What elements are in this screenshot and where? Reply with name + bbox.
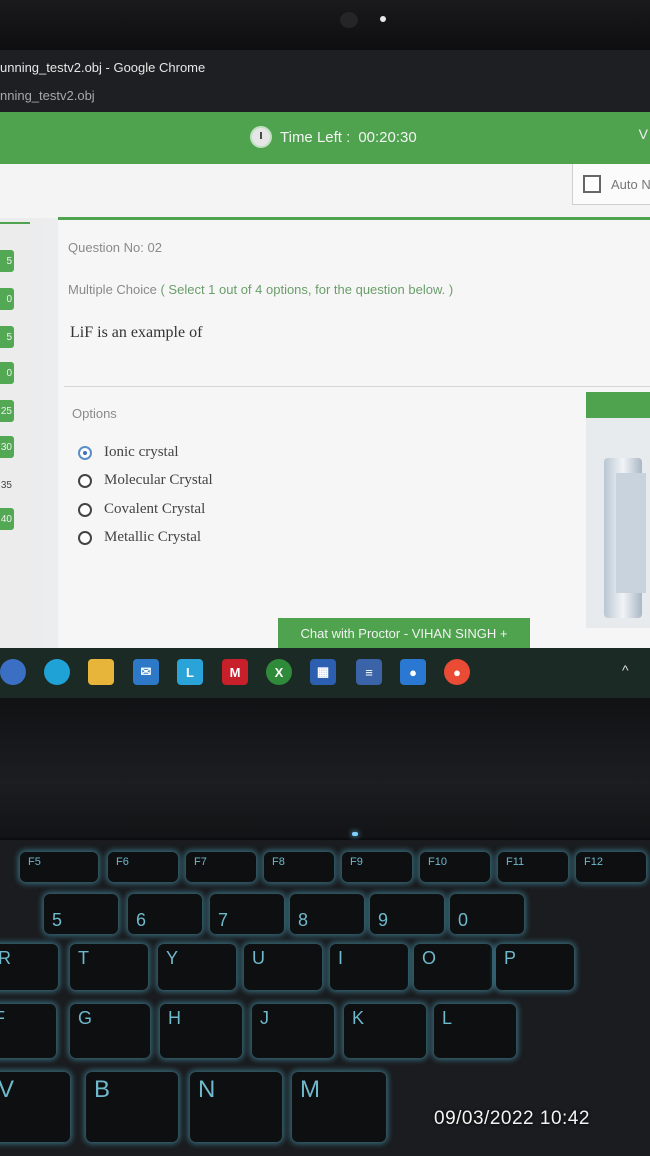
question-panel-top-border: [58, 217, 650, 220]
question-type: Multiple Choice ( Select 1 out of 4 opti…: [68, 282, 453, 297]
key-5: 5: [44, 894, 118, 934]
mcafee-icon[interactable]: M: [222, 659, 248, 685]
edge-icon[interactable]: [44, 659, 70, 685]
laptop-hinge-area: [0, 698, 650, 838]
xbox-icon[interactable]: X: [266, 659, 292, 685]
exam-header-bar: Time Left : 00:20:30 V: [0, 112, 650, 164]
key-v: V: [0, 1072, 70, 1142]
chat-with-proctor-button[interactable]: Chat with Proctor - VIHAN SINGH +: [278, 618, 530, 648]
key-7: 7: [210, 894, 284, 934]
question-nav-item[interactable]: 5: [0, 250, 14, 272]
laptop-top-bezel: [0, 0, 650, 50]
tab-title[interactable]: nning_testv2.obj: [0, 88, 95, 103]
key-o: O: [414, 944, 492, 990]
key-y: Y: [158, 944, 236, 990]
key-f7: F7: [186, 852, 256, 882]
option-label: Covalent Crystal: [104, 501, 206, 517]
window-title: unning_testv2.obj - Google Chrome: [0, 60, 206, 75]
key-f9: F9: [342, 852, 412, 882]
option-label: Ionic crystal: [104, 444, 179, 460]
browser-titlebar: unning_testv2.obj - Google Chrome nning_…: [0, 50, 650, 112]
key-j: J: [252, 1004, 334, 1058]
question-options-divider: [64, 386, 650, 387]
file-explorer-icon[interactable]: [88, 659, 114, 685]
proctor-video-header: [586, 392, 650, 418]
proctor-video-feed: [586, 418, 650, 628]
key-8: 8: [290, 894, 364, 934]
calculator-icon[interactable]: ▦: [310, 659, 336, 685]
exam-toolbar: [0, 164, 650, 218]
news-icon[interactable]: ≡: [356, 659, 382, 685]
option-metallic-crystal[interactable]: Metallic Crystal: [78, 529, 201, 546]
webcam-housing: [340, 12, 358, 28]
radio-icon[interactable]: [78, 473, 92, 488]
option-label: Metallic Crystal: [104, 529, 202, 545]
key-f12: F12: [576, 852, 646, 882]
key-m: M: [292, 1072, 386, 1142]
key-i: I: [330, 944, 408, 990]
radio-icon[interactable]: [78, 530, 92, 545]
key-h: H: [160, 1004, 242, 1058]
auto-next-checkbox[interactable]: [583, 175, 601, 193]
key-r: R: [0, 944, 58, 990]
radio-icon[interactable]: [78, 502, 92, 517]
question-text: LiF is an example of: [70, 324, 203, 341]
options-heading: Options: [72, 406, 117, 421]
question-nav-item[interactable]: 35: [0, 474, 14, 496]
webcam-light: [380, 16, 386, 22]
question-nav-item[interactable]: 0: [0, 362, 14, 384]
chevron-up-icon[interactable]: ^: [622, 662, 629, 678]
key-f6: F6: [108, 852, 178, 882]
key-u: U: [244, 944, 322, 990]
key-9: 9: [370, 894, 444, 934]
key-b: B: [86, 1072, 178, 1142]
clock-icon: [250, 126, 272, 148]
auto-next-toggle[interactable]: Auto N: [572, 164, 650, 205]
time-left-label: Time Left :: [280, 128, 351, 146]
key-n: N: [190, 1072, 282, 1142]
time-left-display: Time Left : 00:20:30: [250, 124, 417, 150]
key-0: 0: [450, 894, 524, 934]
time-left-value: 00:20:30: [358, 128, 417, 146]
key-p: P: [496, 944, 574, 990]
auto-next-label: Auto N: [611, 176, 650, 192]
key-k: K: [344, 1004, 426, 1058]
windows-taskbar: ✉ L M X ▦ ≡ ● ● ^: [0, 648, 650, 698]
option-ionic-crystal[interactable]: Ionic crystal: [78, 444, 179, 461]
key-f11: F11: [498, 852, 568, 882]
question-nav-divider: [0, 222, 30, 224]
header-edge-text: V: [638, 126, 648, 142]
chrome-icon[interactable]: ●: [444, 659, 470, 685]
key-t: T: [70, 944, 148, 990]
radio-selected-icon[interactable]: [78, 445, 92, 460]
power-led: [352, 832, 358, 836]
key-f10: F10: [420, 852, 490, 882]
question-nav-item[interactable]: 5: [0, 326, 14, 348]
video-window-pane: [616, 473, 646, 593]
key-f8: F8: [264, 852, 334, 882]
question-nav-item[interactable]: 40: [0, 508, 14, 530]
mail-icon[interactable]: ✉: [133, 659, 159, 685]
key-g: G: [70, 1004, 150, 1058]
key-f5: F5: [20, 852, 98, 882]
question-number: Question No: 02: [68, 240, 162, 255]
question-nav-item[interactable]: 25: [0, 400, 14, 422]
l-app-icon[interactable]: L: [177, 659, 203, 685]
question-nav-item[interactable]: 0: [0, 288, 14, 310]
question-nav-item[interactable]: 30: [0, 436, 14, 458]
option-label: Molecular Crystal: [104, 472, 213, 488]
key-f: F: [0, 1004, 56, 1058]
key-6: 6: [128, 894, 202, 934]
security-icon[interactable]: ●: [400, 659, 426, 685]
question-instruction: ( Select 1 out of 4 options, for the que…: [156, 282, 454, 297]
key-l: L: [434, 1004, 516, 1058]
question-type-label: Multiple Choice: [68, 282, 157, 297]
laptop-screen: unning_testv2.obj - Google Chrome nning_…: [0, 50, 650, 698]
option-molecular-crystal[interactable]: Molecular Crystal: [78, 472, 213, 489]
photo-timestamp: 09/03/2022 10:42: [434, 1108, 590, 1129]
start-icon[interactable]: [0, 659, 26, 685]
option-covalent-crystal[interactable]: Covalent Crystal: [78, 501, 205, 518]
